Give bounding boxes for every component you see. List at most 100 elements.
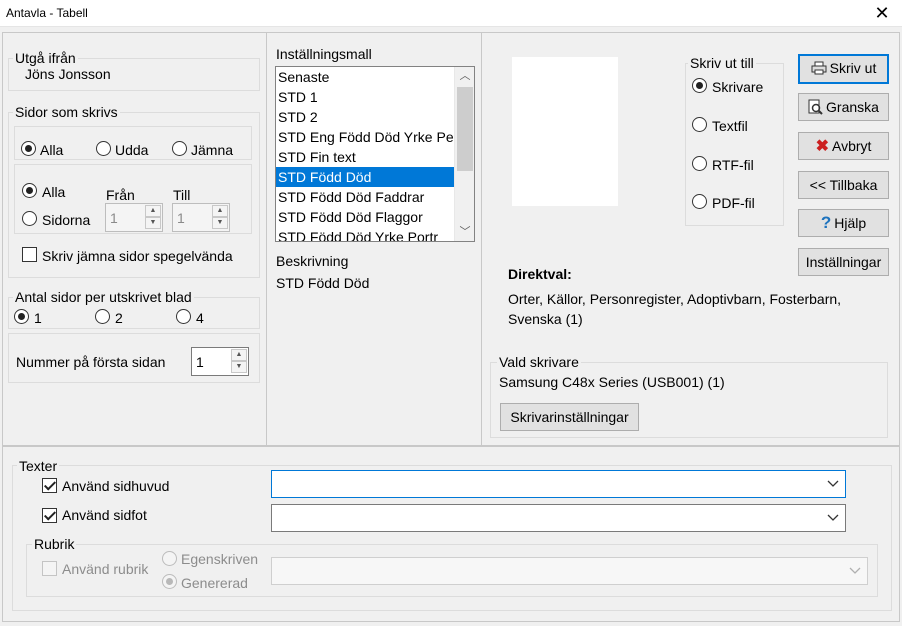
output-rtf-radio[interactable] [692,156,707,171]
scroll-thumb[interactable] [457,87,473,171]
direktval-text: Orter, Källor, Personregister, Adoptivba… [508,291,842,327]
nummer-stepper[interactable]: 1 ▲ ▼ [191,347,249,376]
print-button-label: Skriv ut [829,60,877,76]
header-checkbox[interactable] [42,478,57,493]
preview-button-label: Granska [826,99,879,115]
scroll-up-icon[interactable]: ︿ [455,67,474,85]
antal-label: Antal sidor per utskrivet blad [13,289,194,305]
header-combo[interactable] [271,470,846,498]
settings-button[interactable]: Inställningar [798,248,889,276]
range-alla-radio[interactable] [22,183,37,198]
antal-1-label[interactable]: 1 [34,310,42,326]
output-textfil-label[interactable]: Textfil [712,118,748,134]
filter-udda-label[interactable]: Udda [115,142,148,158]
filter-alla-radio[interactable] [21,141,36,156]
page-preview [512,57,618,206]
mirror-checkbox[interactable] [22,247,37,262]
printer-label: Vald skrivare [497,354,581,370]
to-stepper[interactable]: 1 ▲ ▼ [172,203,230,232]
antal-2-radio[interactable] [95,309,110,324]
nummer-value: 1 [196,354,204,370]
output-rtf-label[interactable]: RTF-fil [712,157,754,173]
texter-label: Texter [17,458,60,474]
mall-item[interactable]: STD Född Död Faddrar [276,187,454,207]
cancel-button[interactable]: ✖ Avbryt [798,132,889,160]
rubrik-use-label[interactable]: Använd rubrik [62,561,148,577]
scroll-down-icon[interactable]: ﹀ [455,223,474,241]
output-skrivare-radio[interactable] [692,78,707,93]
cancel-button-label: Avbryt [831,138,872,154]
egenskriven-radio[interactable] [162,551,177,566]
desc-value: STD Född Död [276,275,370,291]
printer-settings-label: Skrivarinställningar [510,409,629,425]
mirror-label[interactable]: Skriv jämna sidor spegelvända [42,248,233,264]
from-stepper[interactable]: 1 ▲ ▼ [105,203,163,232]
mall-item[interactable]: Senaste [276,67,454,87]
printer-icon [811,61,827,75]
close-icon[interactable]: ✕ [870,2,894,24]
range-sidorna-label[interactable]: Sidorna [42,212,90,228]
filter-alla-label[interactable]: Alla [40,142,63,158]
settings-button-label: Inställningar [805,254,882,270]
from-down-icon[interactable]: ▼ [145,217,161,229]
preview-button[interactable]: Granska [798,93,889,121]
filter-jamna-radio[interactable] [172,141,187,156]
mall-item[interactable]: STD Fin text [276,147,454,167]
help-button[interactable]: ? Hjälp [798,209,889,237]
back-button-label: << Tillbaka [809,177,878,193]
output-skrivare-label[interactable]: Skrivare [712,79,763,95]
nummer-up-icon[interactable]: ▲ [231,349,247,361]
desc-label: Beskrivning [276,253,349,269]
mall-item[interactable]: STD Född Död Flaggor [276,207,454,227]
mall-item[interactable]: STD 1 [276,87,454,107]
mall-item[interactable]: STD 2 [276,107,454,127]
printer-settings-button[interactable]: Skrivarinställningar [500,403,639,431]
filter-udda-radio[interactable] [96,141,111,156]
from-label: Från [106,187,135,203]
range-alla-label[interactable]: Alla [42,184,65,200]
to-up-icon[interactable]: ▲ [212,205,228,217]
output-pdf-radio[interactable] [692,194,707,209]
from-value: 1 [110,210,118,226]
preview-icon [808,99,823,115]
mall-item-selected[interactable]: STD Född Död [276,167,454,187]
direktval-label: Direktval: [508,266,572,282]
back-button[interactable]: << Tillbaka [798,171,889,199]
genererad-label[interactable]: Genererad [181,575,248,591]
printer-name: Samsung C48x Series (USB001) (1) [499,374,725,390]
rubrik-combo[interactable] [271,557,868,585]
to-label: Till [173,187,191,203]
antal-2-label[interactable]: 2 [115,310,123,326]
header-label[interactable]: Använd sidhuvud [62,478,169,494]
help-question-icon: ? [820,213,832,232]
mall-list[interactable]: Senaste STD 1 STD 2 STD Eng Född Död Yrk… [275,66,475,242]
antal-1-radio[interactable] [14,309,29,324]
window-title: Antavla - Tabell [6,6,88,20]
footer-combo[interactable] [271,504,846,532]
antal-4-radio[interactable] [176,309,191,324]
egenskriven-label[interactable]: Egenskriven [181,551,258,567]
antal-4-label[interactable]: 4 [196,310,204,326]
footer-checkbox[interactable] [42,508,57,523]
chevron-down-icon[interactable] [827,509,839,525]
nummer-down-icon[interactable]: ▼ [231,361,247,373]
mall-item[interactable]: STD Eng Född Död Yrke Pe [276,127,454,147]
chevron-down-icon[interactable] [827,475,839,491]
utgang-name: Jöns Jonsson [25,66,111,82]
filter-jamna-label[interactable]: Jämna [191,142,233,158]
rubrik-checkbox[interactable] [42,561,57,576]
output-textfil-radio[interactable] [692,117,707,132]
to-down-icon[interactable]: ▼ [212,217,228,229]
utgang-label: Utgå ifrån [13,50,78,66]
mall-scrollbar[interactable]: ︿ ﹀ [454,67,474,241]
footer-label[interactable]: Använd sidfot [62,507,147,523]
print-button[interactable]: Skriv ut [798,54,889,84]
genererad-radio[interactable] [162,574,177,589]
output-pdf-label[interactable]: PDF-fil [712,195,755,211]
range-sidorna-radio[interactable] [22,211,37,226]
from-up-icon[interactable]: ▲ [145,205,161,217]
nummer-label: Nummer på första sidan [16,354,166,370]
help-button-label: Hjälp [834,215,867,231]
mall-item[interactable]: STD Född Död Yrke Portr [276,227,454,241]
chevron-down-icon[interactable] [849,562,861,578]
